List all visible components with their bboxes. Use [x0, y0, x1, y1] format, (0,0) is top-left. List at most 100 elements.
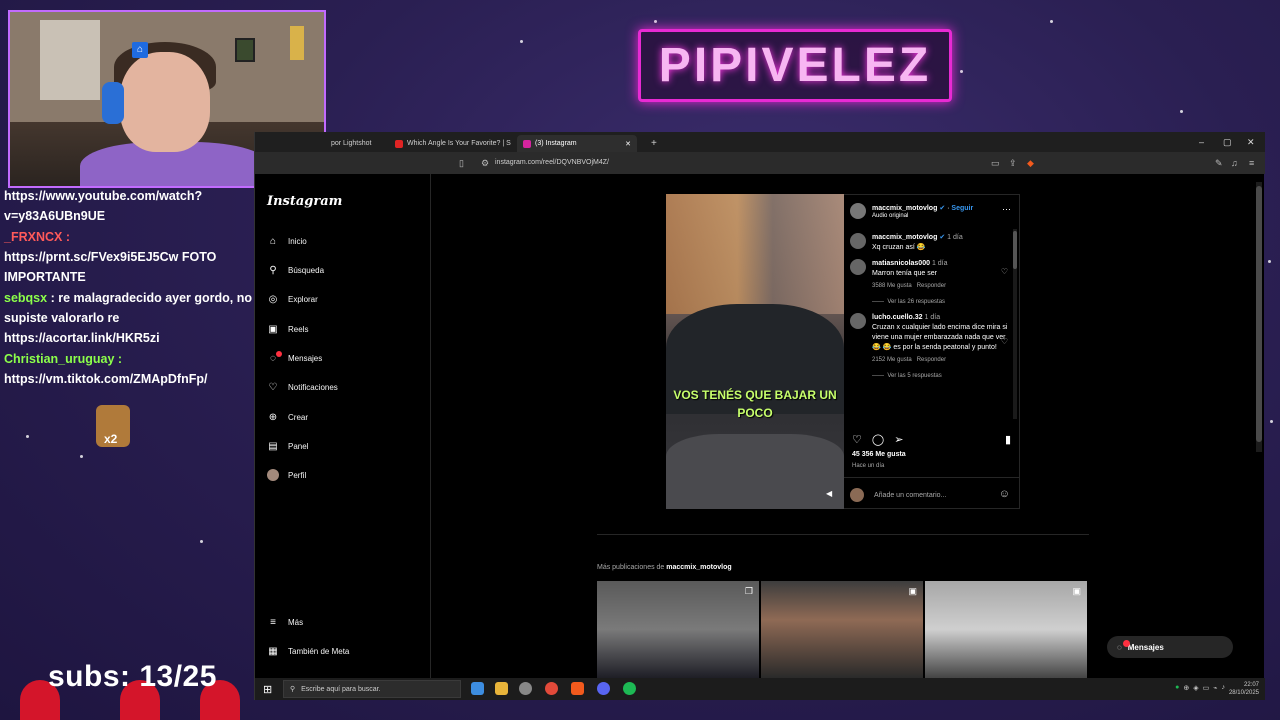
instagram-logo[interactable]: Instagram: [267, 194, 342, 209]
brave-icon[interactable]: [571, 682, 584, 695]
tray-icon[interactable]: ⊕: [1183, 684, 1189, 692]
author-name[interactable]: maccmix_motovlog: [872, 205, 937, 212]
comment-time: 1 día: [947, 234, 963, 241]
more-posts-user[interactable]: maccmix_motovlog: [666, 564, 731, 571]
clock-date: 28/10/2025: [1228, 690, 1259, 696]
menu-icon[interactable]: ≡: [1249, 158, 1254, 168]
commenter-avatar[interactable]: [850, 233, 866, 249]
post-thumbnail[interactable]: ▣: [925, 581, 1087, 678]
more-options-icon[interactable]: ⋯: [1002, 204, 1011, 215]
carousel-icon: ❐: [744, 586, 753, 596]
messenger-icon: ◌: [267, 351, 282, 364]
cast-icon[interactable]: ▭: [991, 158, 1000, 169]
nav-item-mensajes[interactable]: ◌ Mensajes: [267, 349, 322, 367]
emoji-icon[interactable]: ☺: [999, 488, 1010, 500]
comment-text: Marron tenía que ser: [872, 270, 937, 277]
view-replies-label: Ver las 5 respuestas: [887, 373, 942, 379]
page-scrollbar[interactable]: [1256, 182, 1262, 452]
view-replies-label: Ver las 26 respuestas: [887, 299, 946, 305]
file-explorer-icon[interactable]: [495, 682, 508, 695]
spotify-tray-icon[interactable]: ●: [1175, 684, 1179, 692]
nav-item-reels[interactable]: ▣ Reels: [267, 320, 308, 338]
nav-label: Crear: [288, 412, 309, 422]
tray-icon[interactable]: ◈: [1193, 684, 1198, 692]
reel-video[interactable]: VOS TENÉS QUE BAJAR UN POCO ◀: [666, 194, 844, 509]
star-decoration: [1270, 420, 1273, 423]
commenter-name[interactable]: maccmix_motovlog: [872, 234, 937, 241]
media-icon[interactable]: ♫: [1231, 158, 1238, 168]
like-comment-icon[interactable]: ♡: [1001, 267, 1008, 277]
minimize-icon[interactable]: –: [1199, 137, 1204, 147]
post-thumbnail[interactable]: ❐: [597, 581, 759, 678]
nav-item-inicio[interactable]: ⌂ Inicio: [267, 232, 307, 250]
like-comment-icon[interactable]: ♡: [1001, 337, 1008, 347]
author-avatar[interactable]: [850, 203, 866, 219]
taskbar-search[interactable]: ⚲ Escribe aquí para buscar.: [283, 680, 461, 698]
close-window-icon[interactable]: ✕: [1247, 137, 1255, 148]
view-replies-button[interactable]: —— Ver las 26 respuestas: [850, 297, 1012, 307]
taskbar-clock[interactable]: 22:07 28/10/2025: [1229, 681, 1259, 697]
tab-lightshot[interactable]: por Lightshot: [325, 135, 377, 152]
comment-likes[interactable]: 2152 Me gusta: [872, 357, 912, 363]
windows-start-icon[interactable]: ⊞: [263, 683, 272, 696]
nav-item-busqueda[interactable]: ⚲ Búsqueda: [267, 261, 324, 279]
emote-multiplier: x2: [104, 432, 118, 446]
likes-count[interactable]: 45 356 Me gusta: [852, 451, 906, 458]
follow-button[interactable]: Seguir: [951, 205, 973, 212]
save-icon[interactable]: ▮: [1005, 433, 1011, 446]
star-decoration: [654, 20, 657, 23]
share-icon[interactable]: ➢: [894, 433, 903, 446]
volume-icon[interactable]: ♪: [1222, 684, 1226, 692]
brave-shield-icon[interactable]: ◆: [1027, 158, 1034, 169]
comments-scrollbar[interactable]: [1013, 229, 1017, 419]
like-icon[interactable]: ♡: [852, 433, 862, 446]
nav-label: Mensajes: [288, 353, 323, 363]
mute-icon[interactable]: ◀: [826, 489, 836, 499]
webcam-picture-frame: [235, 38, 255, 62]
messages-button[interactable]: ◌ Mensajes: [1107, 636, 1233, 658]
close-tab-icon[interactable]: ✕: [625, 140, 631, 148]
chrome-icon[interactable]: [545, 682, 558, 695]
comment-time: 1 día: [931, 260, 948, 267]
comment-icon[interactable]: ◯: [872, 433, 884, 446]
comment-likes[interactable]: 3588 Me gusta: [872, 283, 912, 289]
nav-item-panel[interactable]: ▤ Panel: [267, 437, 308, 455]
post-thumbnail[interactable]: ▣: [761, 581, 923, 678]
network-icon[interactable]: ⌁: [1213, 684, 1217, 692]
view-replies-button[interactable]: —— Ver las 5 respuestas: [850, 371, 1012, 381]
nav-item-crear[interactable]: ⊕ Crear: [267, 408, 308, 426]
site-settings-icon[interactable]: ⚙: [481, 158, 489, 169]
url-field[interactable]: instagram.com/reel/DQVNBVOjM4Z/: [495, 159, 609, 166]
commenter-avatar[interactable]: [850, 313, 866, 329]
new-tab-button[interactable]: +: [645, 135, 663, 152]
scrollbar-thumb[interactable]: [1256, 186, 1262, 442]
edge-icon[interactable]: [471, 682, 484, 695]
video-caption: VOS TENÉS QUE BAJAR UN POCO: [673, 388, 837, 420]
reply-button[interactable]: Responder: [917, 357, 946, 363]
commenter-avatar[interactable]: [850, 259, 866, 275]
maximize-icon[interactable]: ▢: [1223, 137, 1232, 148]
spotify-icon[interactable]: [623, 682, 636, 695]
reply-button[interactable]: Responder: [917, 283, 946, 289]
discord-icon[interactable]: [597, 682, 610, 695]
nav-item-meta[interactable]: ▦ También de Meta: [267, 642, 349, 660]
tray-icon[interactable]: ▭: [1203, 684, 1210, 692]
share-icon[interactable]: ⇪: [1009, 158, 1017, 169]
comment-text: Cruzan x cualquier lado encima dice mira…: [872, 324, 1008, 351]
tab-instagram[interactable]: (3) Instagram ✕: [517, 135, 637, 152]
bookmark-icon[interactable]: ▯: [459, 158, 464, 169]
obs-icon[interactable]: [519, 682, 532, 695]
extensions-icon[interactable]: ✎: [1215, 158, 1223, 169]
nav-label: También de Meta: [288, 646, 350, 656]
nav-item-notificaciones[interactable]: ♡ Notificaciones: [267, 378, 338, 396]
audio-label[interactable]: Audio original: [872, 213, 908, 219]
nav-item-perfil[interactable]: Perfil: [267, 466, 306, 484]
commenter-name[interactable]: lucho.cuello.32: [872, 314, 923, 321]
scrollbar-thumb[interactable]: [1013, 231, 1017, 269]
tab-youtube[interactable]: Which Angle Is Your Favorite? | S: [389, 135, 517, 152]
nav-item-mas[interactable]: ≡ Más: [267, 613, 303, 631]
add-comment-bar: Añade un comentario... ☺: [844, 477, 1020, 510]
nav-item-explorar[interactable]: ◎ Explorar: [267, 290, 318, 308]
commenter-name[interactable]: matiasnicolas000: [872, 260, 930, 267]
comment-input[interactable]: Añade un comentario...: [874, 492, 946, 499]
